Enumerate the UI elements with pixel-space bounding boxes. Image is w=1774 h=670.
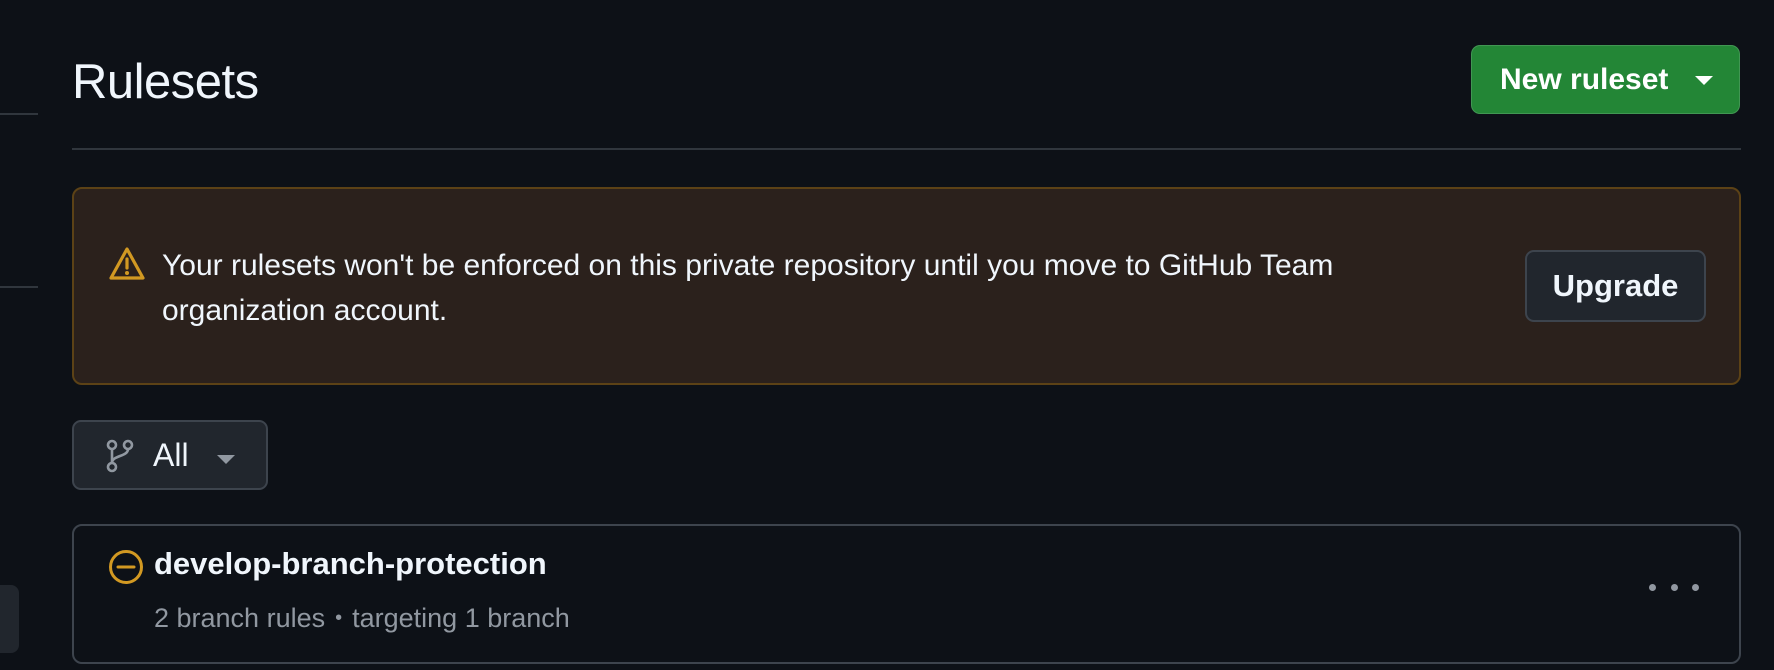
page-title: Rulesets	[72, 55, 259, 109]
chevron-down-icon	[217, 455, 235, 464]
header-divider	[72, 148, 1741, 150]
dot-icon	[1649, 583, 1656, 591]
sidebar-selected-item[interactable]	[0, 585, 19, 653]
sidebar-divider	[0, 113, 38, 115]
ruleset-name-link[interactable]: develop-branch-protection	[154, 546, 547, 582]
rulesets-page: Rulesets New ruleset Your rulesets won't…	[0, 0, 1774, 670]
banner-message: Your rulesets won't be enforced on this …	[162, 249, 1334, 327]
git-branch-icon	[106, 439, 134, 473]
chevron-down-icon[interactable]	[1695, 76, 1713, 85]
meta-separator: •	[335, 607, 343, 629]
ruleset-rule-count: 2 branch rules	[154, 603, 326, 633]
ruleset-target: targeting 1 branch	[352, 603, 570, 633]
new-ruleset-button[interactable]: New ruleset	[1471, 45, 1740, 114]
kebab-menu-icon[interactable]	[1649, 570, 1699, 604]
branch-filter-dropdown[interactable]: All	[72, 420, 268, 490]
alert-triangle-icon	[109, 247, 145, 280]
new-ruleset-label: New ruleset	[1500, 62, 1669, 96]
dot-icon	[1670, 583, 1678, 591]
ruleset-meta: 2 branch rules • targeting 1 branch	[154, 603, 570, 634]
sidebar-divider	[0, 286, 38, 288]
circle-slash-icon	[109, 550, 143, 584]
upgrade-button[interactable]: Upgrade	[1525, 250, 1706, 322]
ruleset-list-item: develop-branch-protection 2 branch rules…	[72, 524, 1741, 664]
filter-selected-value: All	[153, 437, 189, 473]
upgrade-warning-banner: Your rulesets won't be enforced on this …	[72, 187, 1741, 385]
dot-icon	[1692, 583, 1699, 591]
